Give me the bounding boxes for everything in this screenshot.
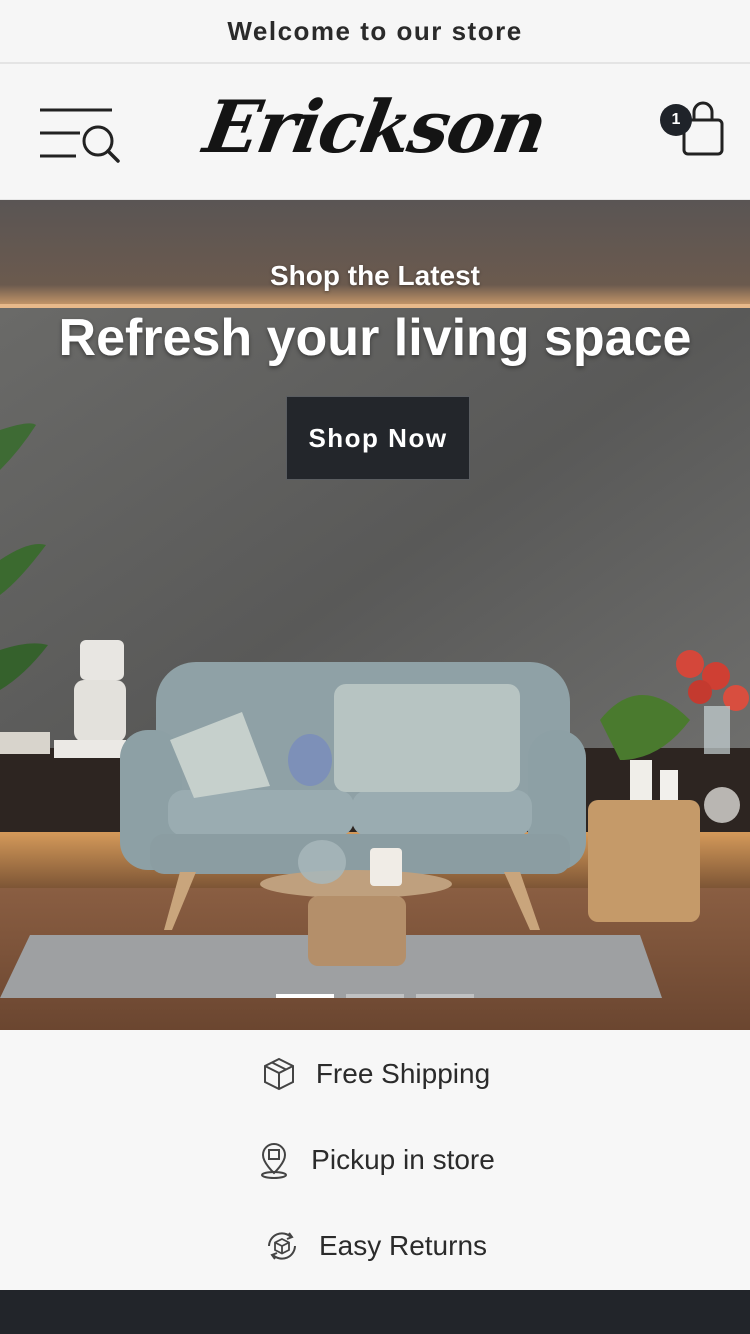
cart-button[interactable]: 1	[656, 100, 726, 160]
slider-dot-2[interactable]	[346, 994, 404, 998]
feature-label: Pickup in store	[311, 1144, 495, 1175]
slider-dots	[0, 994, 750, 998]
store-logo[interactable]: Erickson	[0, 84, 750, 169]
site-header: Erickson 1	[0, 66, 750, 200]
slider-dot-1[interactable]	[276, 994, 334, 998]
map-pin-icon	[255, 1141, 293, 1179]
hero-title: Refresh your living space	[58, 309, 692, 367]
announcement-bar: Welcome to our store	[0, 0, 750, 64]
features-list: Free Shipping Pickup in store Easy Retur…	[0, 1030, 750, 1290]
feature-label: Easy Returns	[318, 1230, 488, 1261]
hero-kicker: Shop the Latest	[269, 260, 480, 291]
slider-dot-3[interactable]	[416, 994, 474, 998]
announcement-text: Welcome to our store	[227, 15, 523, 46]
feature-label: Free Shipping	[315, 1058, 491, 1089]
shop-now-button[interactable]: Shop Now	[286, 396, 470, 480]
feature-pickup: Pickup in store	[0, 1130, 750, 1190]
footer-bar	[0, 1290, 750, 1334]
return-box-icon	[263, 1227, 301, 1265]
feature-free-shipping: Free Shipping	[0, 1044, 750, 1104]
hero-banner: Shop the Latest Refresh your living spac…	[0, 200, 750, 1030]
box-icon	[260, 1055, 298, 1093]
feature-returns: Easy Returns	[0, 1216, 750, 1276]
cart-count-badge: 1	[660, 104, 692, 136]
